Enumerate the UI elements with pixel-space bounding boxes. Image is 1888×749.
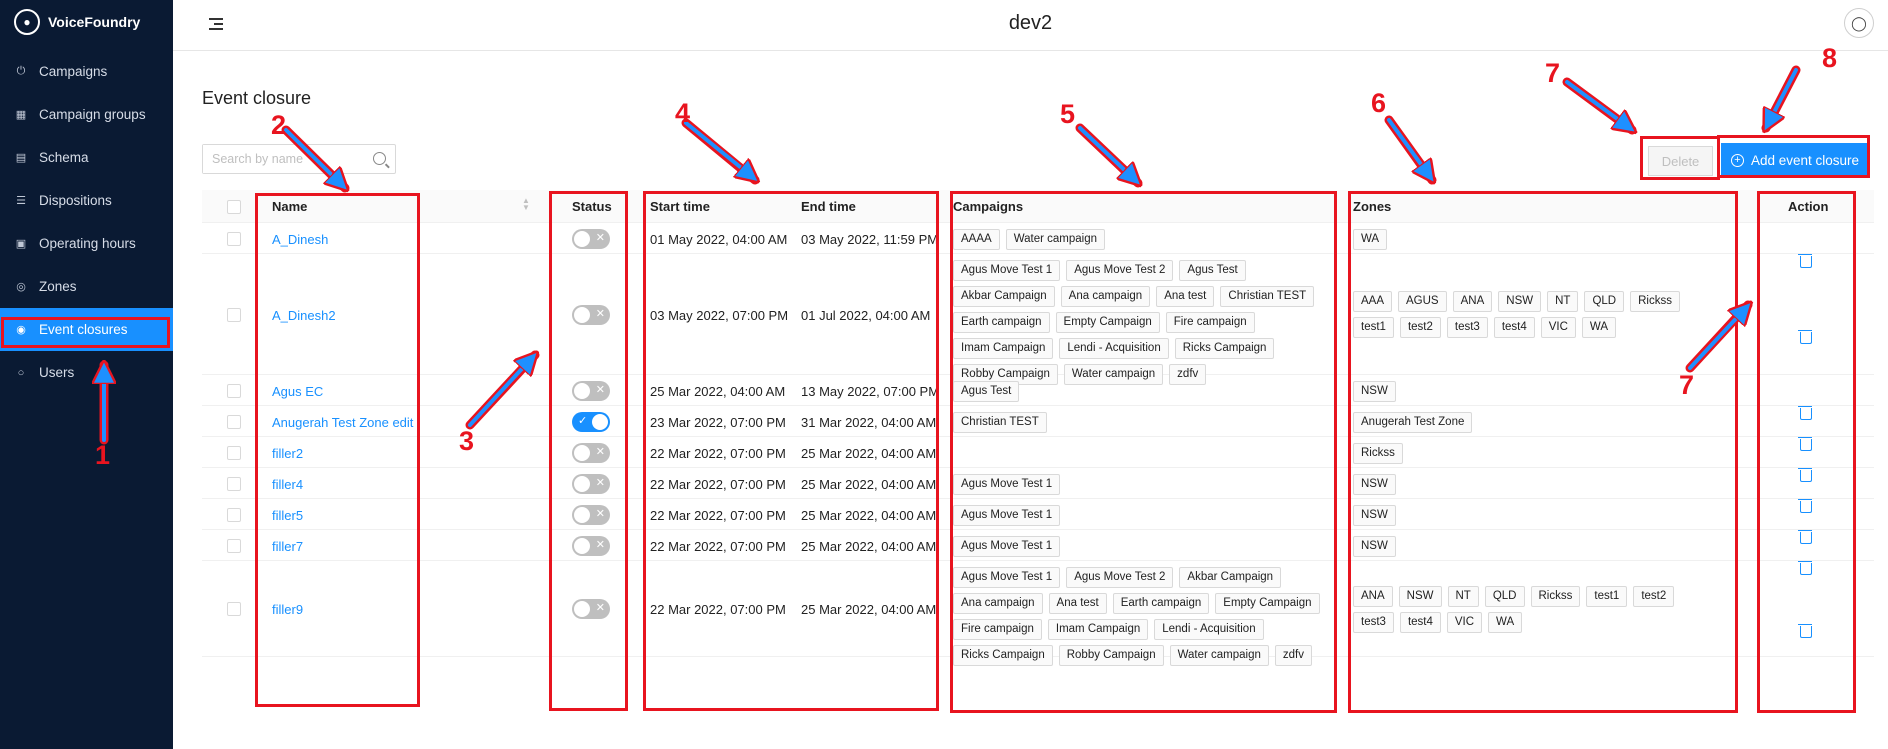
- annotation-number-7-top: 7: [1545, 58, 1561, 88]
- app-root: ● VoiceFoundry ⏻ Campaigns ▦ Campaign group…: [0, 0, 1888, 749]
- annotation-number-7-bottom: 7: [1679, 370, 1695, 400]
- annotation-number-2: 2: [271, 110, 287, 140]
- annotation-number-6: 6: [1371, 88, 1387, 118]
- annotation-number-5: 5: [1060, 99, 1076, 129]
- annotation-number-3: 3: [459, 426, 475, 456]
- annotation-number-1: 1: [95, 440, 111, 470]
- annotation-number-4: 4: [675, 98, 691, 128]
- annotation-number-8: 8: [1822, 43, 1838, 73]
